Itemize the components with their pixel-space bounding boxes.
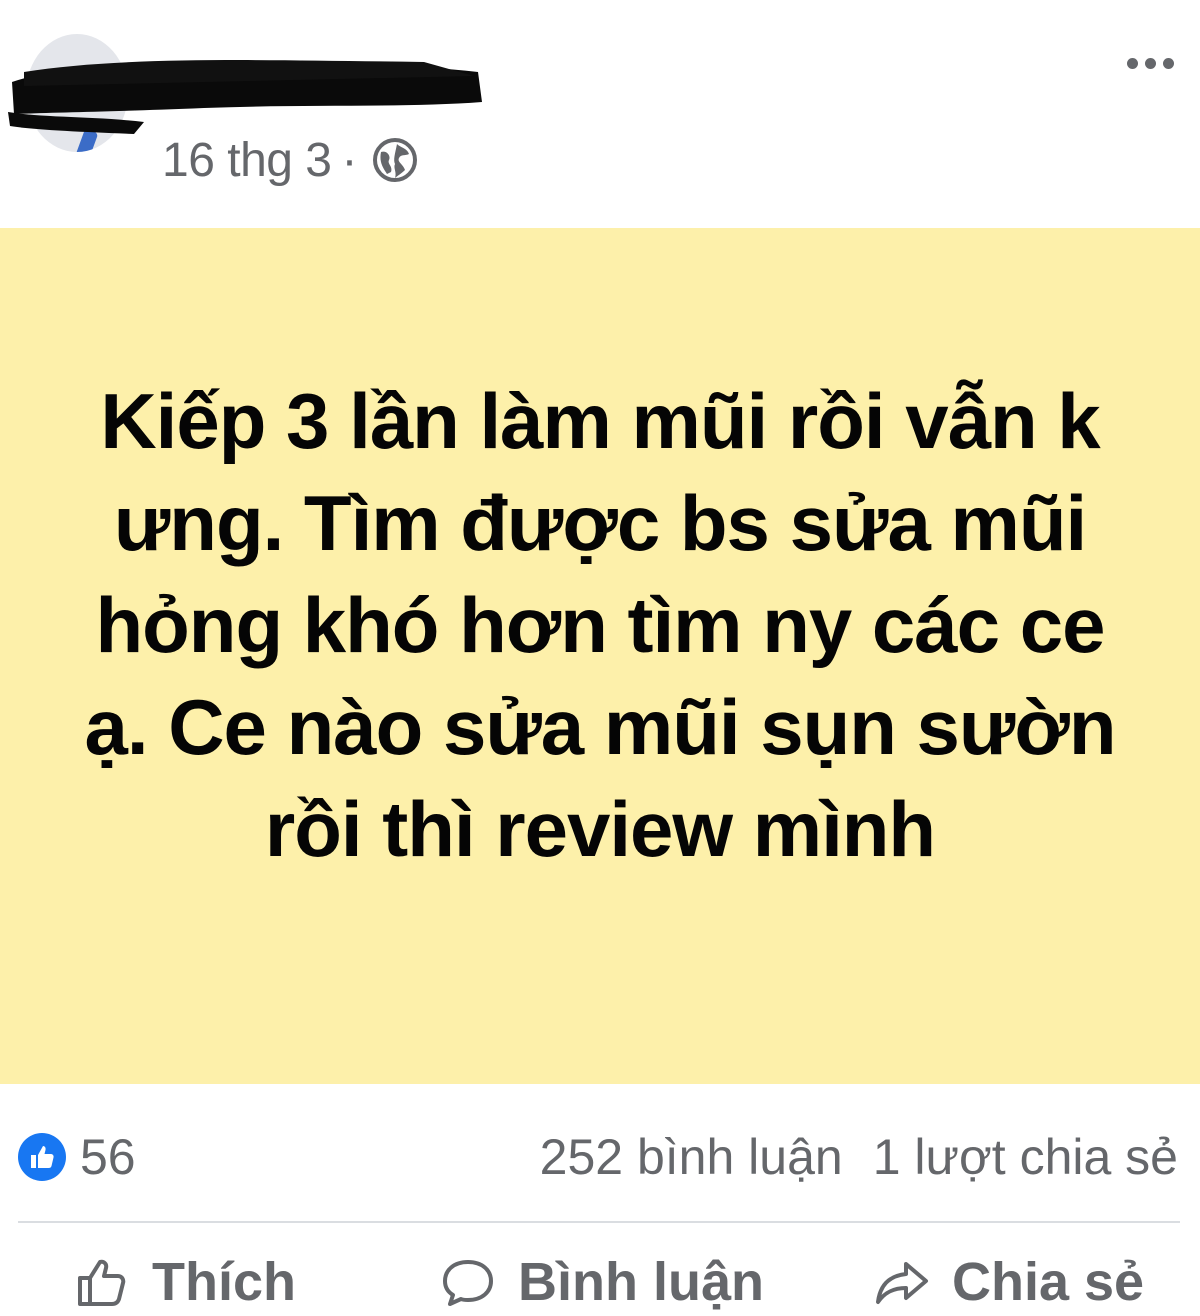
share-arrow-icon xyxy=(876,1262,928,1304)
globe-icon[interactable] xyxy=(371,136,419,184)
post-date[interactable]: 16 thg 3 xyxy=(162,133,332,188)
comment-button[interactable]: Bình luận xyxy=(440,1251,764,1313)
post-body: Kiếp 3 lần làm mũi rồi vẫn k ưng. Tìm đư… xyxy=(0,228,1200,1084)
share-count[interactable]: 1 lượt chia sẻ xyxy=(873,1128,1178,1186)
more-dot-icon xyxy=(1126,57,1138,69)
like-count: 56 xyxy=(80,1129,136,1185)
like-label: Thích xyxy=(152,1252,296,1312)
more-dot-icon xyxy=(1162,57,1174,69)
share-button[interactable]: Chia sẻ xyxy=(874,1251,1144,1313)
redaction-scribble xyxy=(8,60,482,134)
more-dot-icon xyxy=(1144,57,1156,69)
share-label: Chia sẻ xyxy=(952,1252,1145,1312)
like-button[interactable]: Thích xyxy=(74,1251,296,1313)
meta-separator: · xyxy=(341,133,357,187)
reactions-bar: 56 252 bình luận 1 lượt chia sẻ xyxy=(0,1084,1200,1222)
post-header: 16 thg 3 · xyxy=(0,0,1200,228)
comment-label: Bình luận xyxy=(518,1252,764,1312)
speech-bubble-icon xyxy=(443,1260,493,1306)
reaction-summary[interactable]: 56 xyxy=(18,1128,136,1186)
post-meta: 16 thg 3 · xyxy=(162,130,419,190)
more-options-button[interactable] xyxy=(1120,48,1180,78)
post-actions: Thích Bình luận Chia sẻ xyxy=(0,1223,1200,1316)
comment-count[interactable]: 252 bình luận xyxy=(540,1128,843,1186)
thumbs-up-icon xyxy=(78,1259,126,1306)
author-name-redacted[interactable] xyxy=(4,42,486,134)
like-reaction-icon xyxy=(18,1133,66,1181)
engagement-counts: 252 bình luận 1 lượt chia sẻ xyxy=(540,1128,1178,1186)
post-text: Kiếp 3 lần làm mũi rồi vẫn k ưng. Tìm đư… xyxy=(84,377,1117,873)
